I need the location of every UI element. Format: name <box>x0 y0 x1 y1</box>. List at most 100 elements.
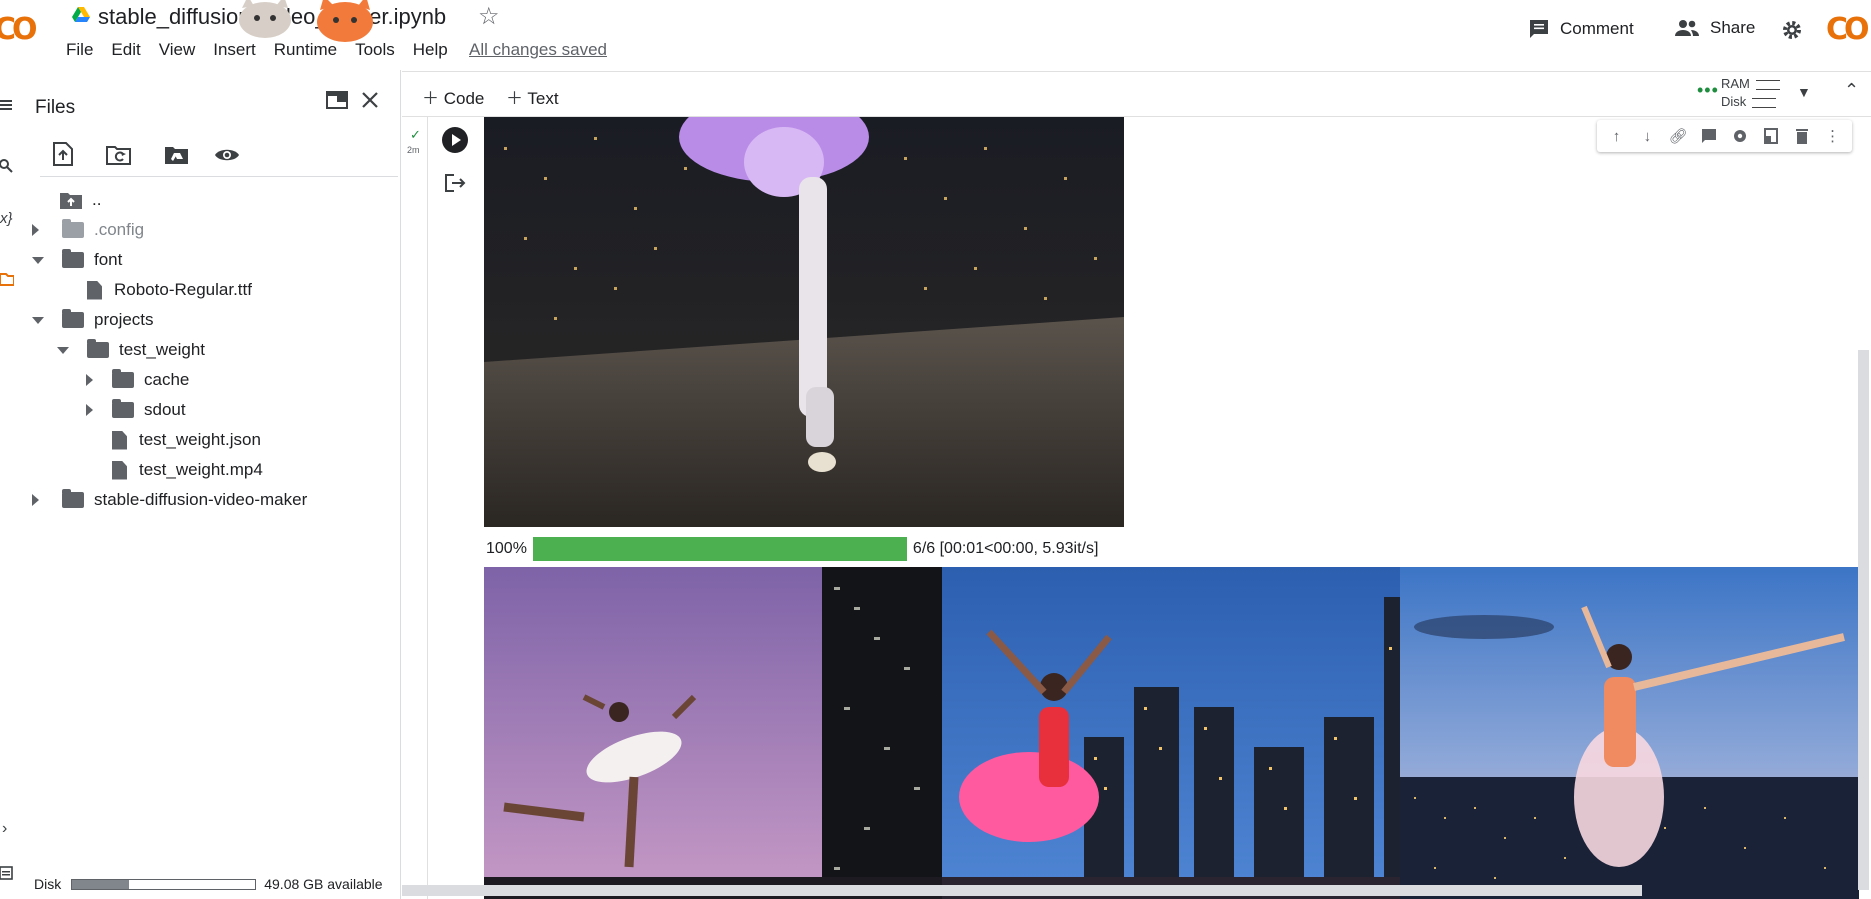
cell-toolbar: ↑ ↓ 🔗︎ ⋮ <box>1597 120 1852 152</box>
settings-gear-icon[interactable] <box>1731 127 1749 145</box>
collapse-caret-icon[interactable] <box>57 347 69 354</box>
open-in-tab-icon[interactable] <box>326 90 348 110</box>
disk-usage: Disk 49.08 GB available <box>34 876 383 892</box>
progress-output: 100% 6/6 [00:01<00:00, 5.93it/s] <box>486 537 1098 561</box>
expand-chevron-icon[interactable]: › <box>2 820 7 838</box>
mirror-cell-icon[interactable] <box>1762 127 1780 145</box>
collapse-header-icon[interactable]: ⌃ <box>1844 80 1859 101</box>
tree-label: test_weight.json <box>139 430 261 449</box>
comment-button[interactable]: Comment <box>1528 18 1634 40</box>
ram-label: RAM <box>1721 76 1750 91</box>
tree-item-projects[interactable]: projects <box>32 307 154 333</box>
tree-item-roboto[interactable]: Roboto-Regular.ttf <box>87 277 252 303</box>
progress-percent: 100% <box>486 540 527 557</box>
files-title: Files <box>35 97 76 118</box>
run-cell-button[interactable] <box>442 127 468 153</box>
check-icon: ✓ <box>410 127 421 142</box>
tree-item-sdout[interactable]: sdout <box>86 397 186 423</box>
comment-icon <box>1530 20 1548 38</box>
folder-icon[interactable] <box>0 272 14 286</box>
collapse-caret-icon[interactable] <box>32 317 44 324</box>
progress-bar <box>532 537 907 561</box>
output-action-icon[interactable] <box>444 173 466 193</box>
app-header: CO stable_diffusion_video_maker.ipynb ☆ … <box>0 0 1871 70</box>
settings-gear-icon[interactable] <box>1780 18 1804 42</box>
expand-caret-icon[interactable] <box>32 224 39 236</box>
colab-logo-right[interactable]: CO <box>1826 12 1869 47</box>
tree-label: font <box>94 250 123 269</box>
tree-label: sdout <box>144 400 186 419</box>
tree-label: cache <box>144 370 190 389</box>
share-button[interactable]: Share <box>1674 18 1755 38</box>
folder-icon <box>62 489 84 508</box>
move-down-icon[interactable]: ↓ <box>1638 127 1656 145</box>
folder-icon <box>87 339 109 358</box>
star-icon[interactable]: ☆ <box>478 2 500 31</box>
folder-icon <box>62 249 84 268</box>
menu-view[interactable]: View <box>159 40 196 60</box>
eye-icon[interactable] <box>214 146 240 164</box>
tree-item-parent-dir[interactable]: .. <box>60 187 101 213</box>
add-text-button[interactable]: ＋ Text <box>506 84 559 109</box>
menu-runtime[interactable]: Runtime <box>274 40 337 60</box>
horizontal-scrollbar[interactable] <box>402 885 1642 896</box>
expand-caret-icon[interactable] <box>86 404 93 416</box>
tree-label: test_weight <box>119 340 205 359</box>
expand-caret-icon[interactable] <box>86 374 93 386</box>
disk-meter <box>1752 97 1777 108</box>
cell-status-gutter: ✓ 2m <box>402 117 428 899</box>
table-of-contents-icon[interactable] <box>0 98 14 112</box>
tree-item-font[interactable]: font <box>32 247 122 273</box>
file-icon <box>112 460 127 480</box>
disk-usage-fill <box>72 879 129 889</box>
menu-bar: File Edit View Insert Runtime Tools Help <box>66 40 466 60</box>
resources-dropdown-icon[interactable]: ▼ <box>1797 84 1811 100</box>
file-icon <box>112 430 127 450</box>
disk-label: Disk <box>34 876 62 892</box>
google-drive-icon <box>72 7 90 22</box>
add-text-label: Text <box>527 89 559 108</box>
menu-file[interactable]: File <box>66 40 93 60</box>
terminal-icon[interactable] <box>0 866 14 880</box>
variables-icon[interactable]: x} <box>0 210 13 227</box>
search-icon[interactable] <box>0 158 14 174</box>
refresh-folder-icon[interactable] <box>106 144 132 166</box>
colab-logo[interactable]: CO <box>0 12 37 47</box>
menu-help[interactable]: Help <box>413 40 448 60</box>
collapse-caret-icon[interactable] <box>32 257 44 264</box>
tree-label: test_weight.mp4 <box>139 460 263 479</box>
tree-label: stable-diffusion-video-maker <box>94 490 308 509</box>
save-status[interactable]: All changes saved <box>469 40 607 60</box>
tree-item-test-weight[interactable]: test_weight <box>57 337 205 363</box>
menu-tools[interactable]: Tools <box>355 40 395 60</box>
tree-item-test-weight-mp4[interactable]: test_weight.mp4 <box>112 457 263 483</box>
delete-icon[interactable] <box>1793 127 1811 145</box>
tree-label: Roboto-Regular.ttf <box>114 280 252 299</box>
move-up-icon[interactable]: ↑ <box>1607 127 1625 145</box>
comment-icon[interactable] <box>1700 127 1718 145</box>
tree-item-cache[interactable]: cache <box>86 367 189 393</box>
add-code-button[interactable]: ＋ Code <box>422 84 484 109</box>
add-code-label: Code <box>443 89 485 108</box>
disk-available: 49.08 GB available <box>264 876 383 892</box>
folder-icon <box>62 309 84 328</box>
people-icon <box>1675 20 1699 36</box>
tree-item-sd-video-maker[interactable]: stable-diffusion-video-maker <box>32 487 307 513</box>
upload-file-icon[interactable] <box>52 142 74 166</box>
comment-label: Comment <box>1560 19 1634 38</box>
tree-label: .config <box>94 220 145 239</box>
link-icon[interactable]: 🔗︎ <box>1669 127 1688 145</box>
tree-item-test-weight-json[interactable]: test_weight.json <box>112 427 261 453</box>
vertical-scrollbar[interactable] <box>1858 350 1869 890</box>
more-vert-icon[interactable]: ⋮ <box>1824 127 1842 145</box>
close-icon[interactable] <box>360 90 380 110</box>
divider <box>40 176 398 177</box>
expand-caret-icon[interactable] <box>32 494 39 506</box>
progress-bar-fill <box>532 537 907 561</box>
menu-insert[interactable]: Insert <box>213 40 256 60</box>
folder-icon <box>112 369 134 388</box>
menu-edit[interactable]: Edit <box>111 40 140 60</box>
mount-drive-icon[interactable] <box>164 144 190 166</box>
ram-disk-indicator[interactable]: RAM Disk <box>1721 75 1780 111</box>
tree-item-config[interactable]: .config <box>32 217 144 243</box>
